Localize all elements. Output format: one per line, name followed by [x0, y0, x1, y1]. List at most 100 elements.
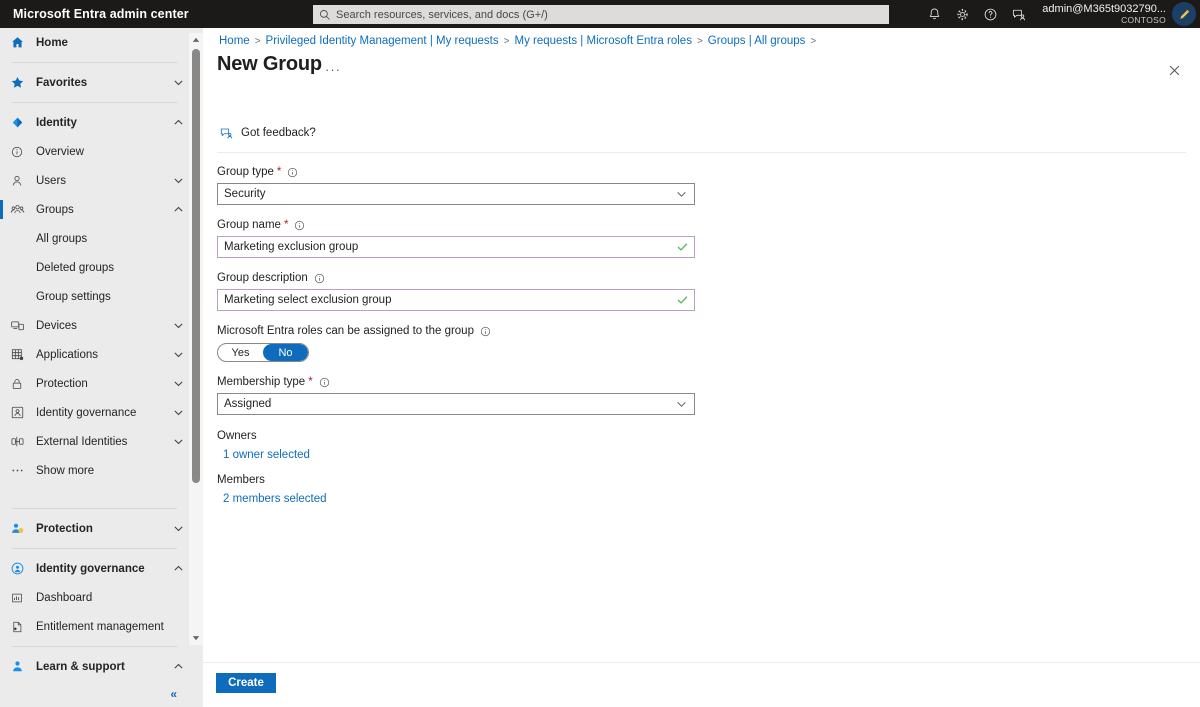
sidebar-item-groups[interactable]: Groups [0, 195, 189, 224]
command-bar-divider [217, 152, 1186, 153]
page-title: New Group [217, 53, 322, 76]
devices-icon [10, 318, 32, 333]
feedback-icon[interactable] [1004, 0, 1032, 28]
sidebar-item-identity-governance-section[interactable]: Identity governance [0, 554, 189, 583]
sidebar-item-identity-governance[interactable]: Identity governance [0, 398, 189, 427]
chevron-down-icon[interactable] [676, 189, 687, 200]
breadcrumb-item-pim[interactable]: Privileged Identity Management | My requ… [266, 35, 499, 47]
chevron-down-icon[interactable] [167, 378, 189, 389]
info-icon[interactable] [480, 326, 491, 337]
membership-type-label-row: Membership type * [217, 374, 697, 390]
chevron-up-icon[interactable] [167, 204, 189, 215]
entra-roles-toggle[interactable]: Yes No [217, 343, 309, 362]
group-description-input[interactable]: Marketing select exclusion group [217, 289, 695, 311]
toggle-option-yes[interactable]: Yes [218, 344, 263, 361]
sidebar-item-protection[interactable]: Protection [0, 369, 189, 398]
account-info[interactable]: admin@M365t9032790... CONTOSO [1042, 0, 1166, 28]
sidebar-item-devices[interactable]: Devices [0, 311, 189, 340]
more-actions-button[interactable]: ··· [325, 62, 341, 77]
breadcrumb-item-home[interactable]: Home [219, 35, 250, 47]
star-icon [10, 75, 32, 90]
scroll-up-arrow[interactable] [189, 33, 203, 47]
breadcrumb-item-my-requests[interactable]: My requests | Microsoft Entra roles [514, 35, 691, 47]
chevron-up-icon[interactable] [167, 563, 189, 574]
chevron-down-icon[interactable] [167, 407, 189, 418]
required-marker: * [308, 376, 312, 388]
top-bar: Microsoft Entra admin center admin@M365t… [0, 0, 1200, 28]
info-icon[interactable] [294, 220, 305, 231]
info-icon[interactable] [319, 377, 330, 388]
got-feedback-button[interactable]: Got feedback? [219, 126, 316, 140]
search-input[interactable] [336, 6, 883, 23]
gear-icon[interactable] [948, 0, 976, 28]
spacer [217, 311, 697, 323]
sidebar-label: Protection [32, 523, 167, 535]
divider [12, 646, 177, 647]
sidebar-scrollbar[interactable] [189, 33, 203, 645]
global-search[interactable] [313, 5, 889, 24]
sidebar-label: Home [32, 37, 189, 49]
chevron-down-icon[interactable] [167, 175, 189, 186]
group-type-label-row: Group type * [217, 164, 697, 180]
sidebar-label: Identity governance [32, 563, 167, 575]
membership-type-label: Membership type [217, 376, 305, 388]
sidebar-item-group-settings[interactable]: Group settings [0, 282, 189, 311]
governance-badge-icon [10, 561, 32, 576]
sidebar-item-learn-support[interactable]: Learn & support [0, 652, 189, 681]
sidebar-label: Applications [32, 349, 167, 361]
sidebar-label: Learn & support [32, 661, 167, 673]
divider [12, 508, 177, 509]
chevron-up-icon[interactable] [167, 661, 189, 672]
sidebar: Home Favorites Identity [0, 28, 203, 707]
sidebar-item-users[interactable]: Users [0, 166, 189, 195]
members-selected-link[interactable]: 2 members selected [223, 493, 327, 505]
sidebar-item-dashboard[interactable]: Dashboard [0, 583, 189, 612]
sidebar-item-all-groups[interactable]: All groups [0, 224, 189, 253]
sidebar-item-deleted-groups[interactable]: Deleted groups [0, 253, 189, 282]
toggle-option-no[interactable]: No [263, 344, 308, 361]
sidebar-label: Groups [32, 204, 167, 216]
sidebar-item-favorites[interactable]: Favorites [0, 68, 189, 97]
breadcrumb-separator-icon: > [697, 36, 703, 47]
group-name-input[interactable]: Marketing exclusion group [217, 236, 695, 258]
ellipsis-icon [10, 463, 32, 478]
sidebar-item-show-more[interactable]: Show more [0, 456, 189, 485]
group-description-label: Group description [217, 272, 308, 284]
breadcrumb-item-all-groups[interactable]: Groups | All groups [708, 35, 806, 47]
sidebar-item-protection-section[interactable]: Protection [0, 514, 189, 543]
scroll-down-arrow[interactable] [189, 631, 203, 645]
sidebar-item-home[interactable]: Home [0, 28, 189, 57]
collapse-sidebar-button[interactable]: « [0, 681, 189, 707]
divider [12, 548, 177, 549]
sidebar-item-entitlement-management[interactable]: Entitlement management [0, 612, 189, 641]
chevron-down-icon[interactable] [167, 436, 189, 447]
sidebar-item-applications[interactable]: Applications [0, 340, 189, 369]
owners-selected-link[interactable]: 1 owner selected [223, 449, 310, 461]
group-name-label-row: Group name * [217, 217, 697, 233]
entitlement-icon [10, 620, 32, 634]
sidebar-item-identity[interactable]: Identity [0, 108, 189, 137]
create-button[interactable]: Create [216, 673, 276, 693]
scrollbar-thumb[interactable] [192, 49, 200, 483]
bell-icon[interactable] [920, 0, 948, 28]
avatar[interactable] [1172, 2, 1196, 26]
chevron-down-icon[interactable] [167, 320, 189, 331]
info-icon[interactable] [287, 167, 298, 178]
chevron-down-icon[interactable] [676, 399, 687, 410]
lock-icon [10, 377, 32, 391]
close-button[interactable] [1162, 58, 1186, 82]
chevron-up-icon[interactable] [167, 117, 189, 128]
chevron-down-icon[interactable] [167, 523, 189, 534]
sidebar-label: Overview [32, 146, 189, 158]
group-type-select[interactable]: Security [217, 183, 695, 205]
got-feedback-label: Got feedback? [241, 127, 316, 139]
sidebar-item-external-identities[interactable]: External Identities [0, 427, 189, 456]
info-icon[interactable] [314, 273, 325, 284]
chevron-down-icon[interactable] [167, 77, 189, 88]
sidebar-item-overview[interactable]: Overview [0, 137, 189, 166]
sidebar-label: Show more [32, 465, 189, 477]
entra-roles-label: Microsoft Entra roles can be assigned to… [217, 325, 474, 337]
help-icon[interactable] [976, 0, 1004, 28]
membership-type-select[interactable]: Assigned [217, 393, 695, 415]
chevron-down-icon[interactable] [167, 349, 189, 360]
